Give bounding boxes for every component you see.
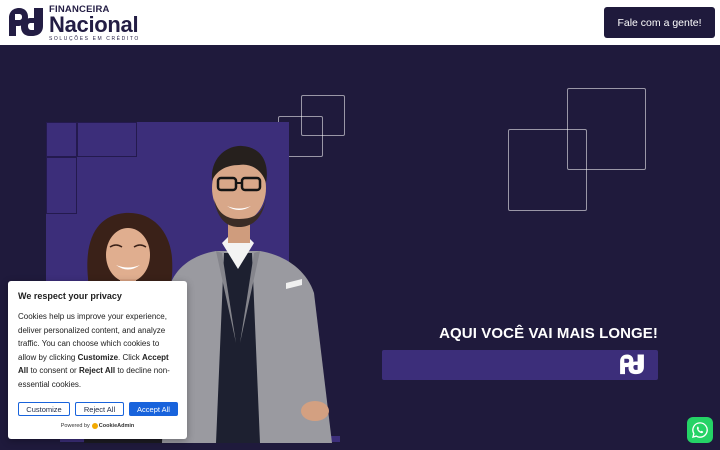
cookieadmin-logo-icon <box>91 423 98 429</box>
logo-main-text: Nacional <box>49 11 139 37</box>
contact-button[interactable]: Fale com a gente! <box>604 7 715 38</box>
accept-all-button[interactable]: Accept All <box>129 402 178 416</box>
logo-mark-icon <box>620 354 644 375</box>
reject-all-button[interactable]: Reject All <box>75 402 124 416</box>
customize-button[interactable]: Customize <box>18 402 70 416</box>
cookie-powered-by: Powered by CookieAdmin <box>60 423 135 429</box>
tagline-bar <box>382 350 658 380</box>
logo-sub-text: SOLUÇÕES EM CRÉDITO <box>49 35 140 42</box>
cookie-consent-banner: We respect your privacy Cookies help us … <box>8 281 187 439</box>
reject-word: Reject All <box>78 366 116 375</box>
site-logo[interactable]: FINANCEIRA Nacional SOLUÇÕES EM CRÉDITO <box>6 5 140 42</box>
logo-mark-icon <box>9 8 43 37</box>
cookieadmin-link[interactable]: CookieAdmin <box>91 423 134 429</box>
whatsapp-button[interactable] <box>687 417 713 443</box>
customize-word: Customize <box>77 352 119 362</box>
hero-tagline: AQUI VOCÊ VAI MAIS LONGE! <box>439 325 658 342</box>
site-header: FINANCEIRA Nacional SOLUÇÕES EM CRÉDITO … <box>0 0 720 45</box>
decor-square <box>508 129 587 211</box>
cookie-message: Cookies help us improve your experience,… <box>18 312 170 389</box>
cookie-title: We respect your privacy <box>18 291 122 301</box>
whatsapp-icon <box>692 422 708 438</box>
